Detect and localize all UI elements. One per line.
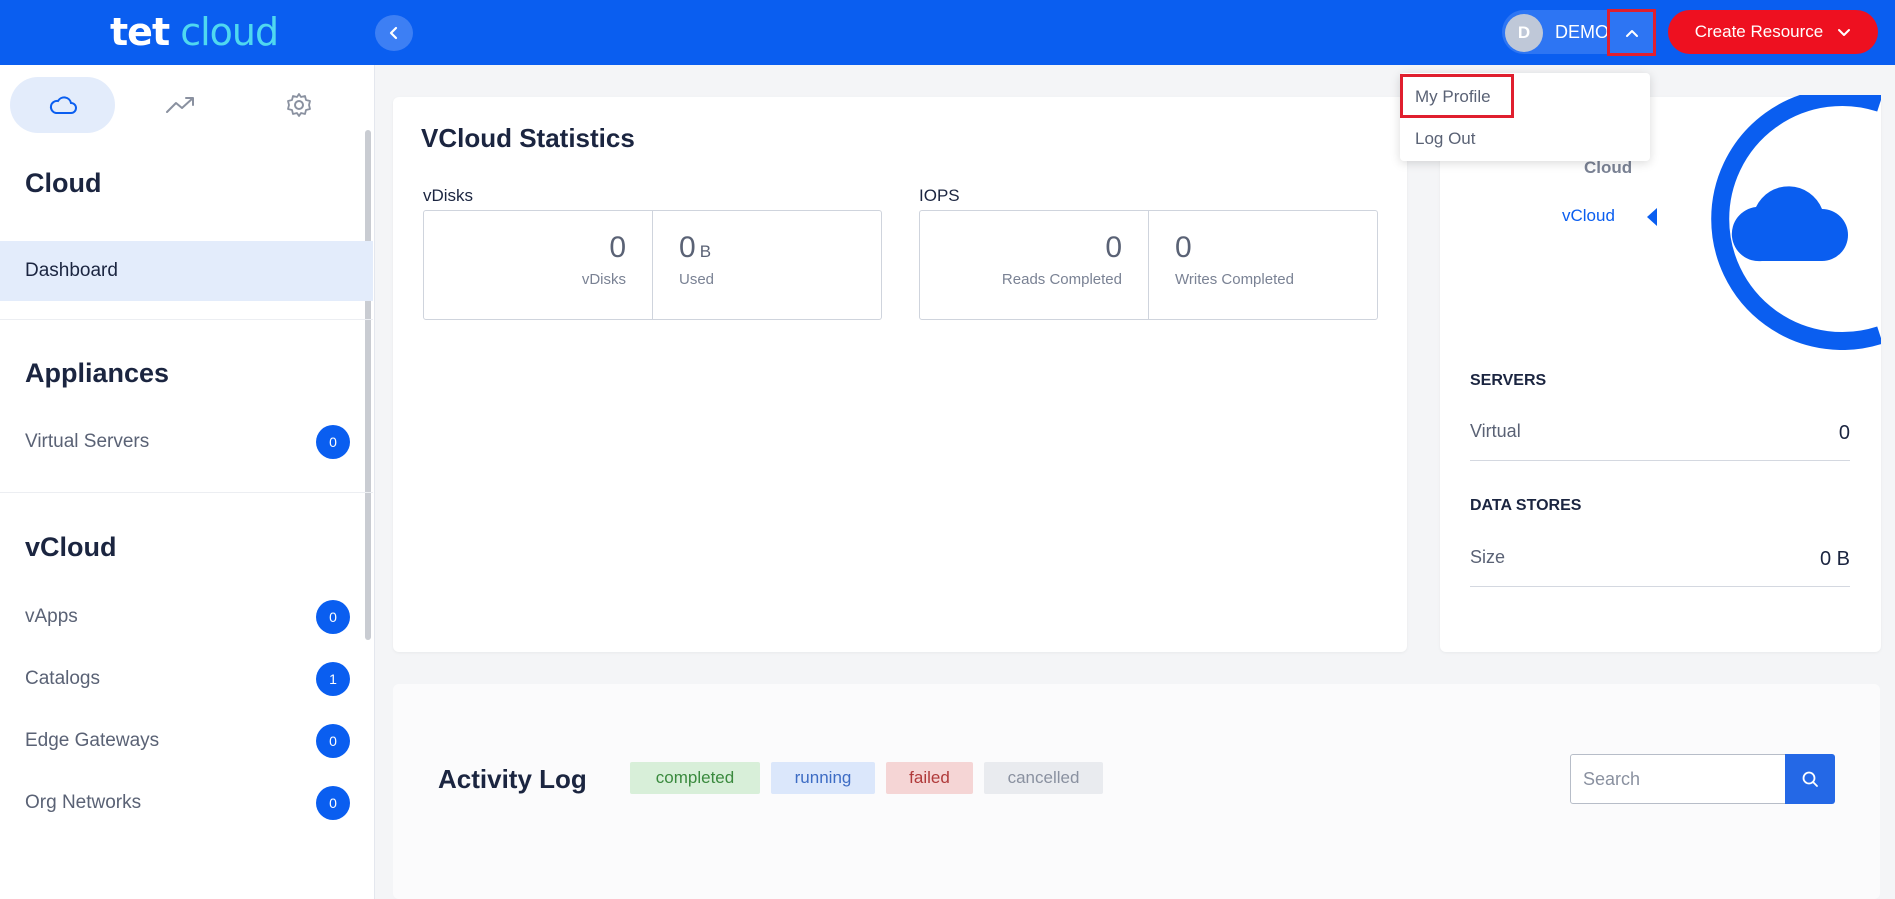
vdisks-count-cell: 0 vDisks — [424, 211, 652, 319]
datastores-heading: DATA STORES — [1470, 497, 1582, 514]
sidebar-heading-vcloud: vCloud — [25, 532, 117, 562]
count-badge: 0 — [316, 724, 350, 758]
logo-text-cloud: cloud — [180, 10, 279, 54]
tab-statistics[interactable] — [128, 77, 233, 133]
stats-card: VCloud Statistics vDisks 0 vDisks 0B Use… — [393, 97, 1407, 652]
search-icon — [1802, 771, 1818, 787]
logo[interactable]: tet cloud — [110, 10, 279, 54]
chevron-up-icon — [1625, 29, 1638, 37]
reads-value: 0 — [1105, 231, 1122, 264]
menu-item-log-out[interactable]: Log Out — [1415, 129, 1476, 149]
writes-value: 0 — [1175, 231, 1192, 264]
sidebar-item-vapps[interactable]: vApps 0 — [0, 587, 373, 647]
filter-cancelled[interactable]: cancelled — [984, 762, 1103, 794]
vdisks-count: 0 — [609, 231, 626, 264]
search-button[interactable] — [1785, 754, 1835, 804]
sidebar-item-label: Virtual Servers — [25, 431, 150, 452]
sidebar-item-label: Dashboard — [25, 260, 118, 281]
vdisks-count-caption: vDisks — [581, 271, 626, 288]
iops-reads-cell: 0 Reads Completed — [920, 211, 1148, 319]
sidebar-item-dashboard[interactable]: Dashboard — [0, 241, 373, 301]
size-value: 0 B — [1819, 548, 1850, 570]
virtual-label: Virtual — [1470, 421, 1521, 441]
servers-heading: SERVERS — [1470, 372, 1547, 389]
tab-cloud[interactable] — [10, 77, 115, 133]
vdisks-used-cell: 0B Used — [652, 211, 881, 319]
summary-link-vcloud[interactable]: vCloud — [1562, 206, 1615, 226]
divider — [1470, 460, 1850, 461]
vdisks-label: vDisks — [423, 186, 474, 205]
stats-title: VCloud Statistics — [421, 123, 635, 153]
cloud-icon — [49, 96, 77, 114]
create-resource-label: Create Resource — [1694, 22, 1824, 41]
activity-log-title: Activity Log — [438, 764, 587, 794]
sidebar-heading-cloud: Cloud — [25, 168, 102, 198]
vdisks-used-value: 0B — [679, 231, 712, 264]
count-badge: 0 — [316, 600, 350, 634]
tab-settings[interactable] — [246, 77, 351, 133]
sidebar-item-virtual-servers[interactable]: Virtual Servers 0 — [0, 412, 373, 472]
cloud-icon — [1731, 186, 1848, 262]
summary-link-cloud[interactable]: Cloud — [1584, 158, 1632, 178]
divider — [1470, 586, 1850, 587]
vdisks-used-caption: Used — [679, 271, 715, 288]
sidebar-item-label: vApps — [25, 606, 78, 627]
cloud-ring-graphic — [1647, 95, 1881, 350]
chevron-left-icon — [389, 26, 398, 40]
avatar[interactable]: D — [1505, 14, 1543, 52]
search-input[interactable] — [1570, 754, 1786, 804]
count-badge: 0 — [316, 786, 350, 820]
virtual-value: 0 — [1838, 422, 1850, 444]
size-label: Size — [1470, 547, 1506, 567]
chevron-down-icon — [1838, 29, 1851, 36]
sidebar-item-label: Org Networks — [25, 792, 142, 813]
sidebar-divider — [0, 319, 373, 320]
vdisks-box: 0 vDisks 0B Used — [423, 210, 882, 320]
filter-failed[interactable]: failed — [886, 762, 973, 794]
sidebar-item-catalogs[interactable]: Catalogs 1 — [0, 649, 373, 709]
sidebar-tabs — [0, 65, 375, 139]
sidebar-divider — [0, 492, 373, 493]
username[interactable]: DEMO — [1555, 22, 1615, 43]
filter-completed[interactable]: completed — [630, 762, 760, 794]
sidebar-heading-appliances: Appliances — [25, 358, 170, 388]
collapse-sidebar-button[interactable] — [375, 15, 413, 51]
sidebar-item-org-networks[interactable]: Org Networks 0 — [0, 773, 373, 833]
iops-writes-cell: 0 Writes Completed — [1148, 211, 1377, 319]
reads-caption: Reads Completed — [1001, 271, 1122, 288]
logo-text-tet: tet — [110, 10, 170, 54]
count-badge: 0 — [316, 425, 350, 459]
trend-icon — [165, 97, 194, 113]
iops-box: 0 Reads Completed 0 Writes Completed — [919, 210, 1378, 320]
user-menu-toggle-button[interactable] — [1607, 9, 1656, 56]
writes-caption: Writes Completed — [1175, 271, 1294, 288]
filter-running[interactable]: running — [771, 762, 875, 794]
sidebar-item-label: Catalogs — [25, 668, 100, 689]
my-profile-highlight — [1400, 74, 1514, 118]
sidebar-scrollbar[interactable] — [365, 130, 371, 640]
create-resource-button[interactable]: Create Resource — [1668, 10, 1878, 54]
top-bar: tet cloud D DEMO Create Resource — [0, 0, 1895, 65]
gear-icon — [286, 93, 311, 117]
count-badge: 1 — [316, 662, 350, 696]
sidebar: Cloud Dashboard Appliances Virtual Serve… — [0, 65, 375, 899]
sidebar-item-edge-gateways[interactable]: Edge Gateways 0 — [0, 711, 373, 771]
sidebar-item-label: Edge Gateways — [25, 730, 160, 751]
iops-label: IOPS — [919, 186, 960, 205]
